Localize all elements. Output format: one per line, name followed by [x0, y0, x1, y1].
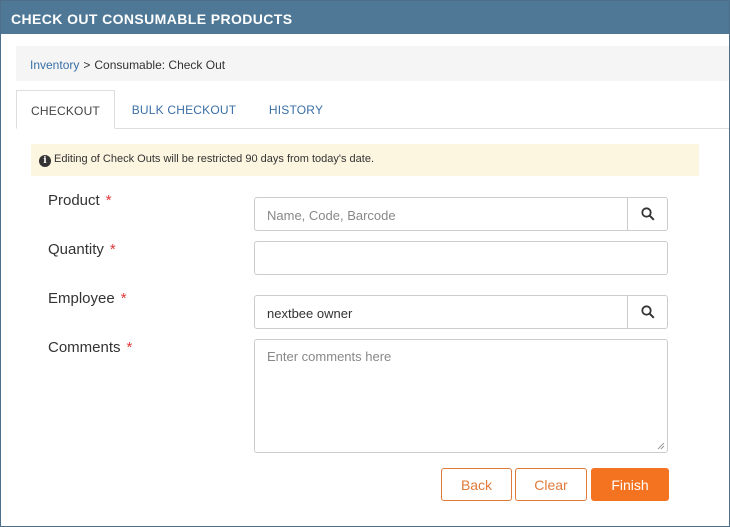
tab-history[interactable]: HISTORY [253, 90, 339, 129]
required-marker: * [109, 241, 116, 258]
employee-field[interactable]: nextbee owner [254, 295, 668, 329]
clear-button[interactable]: Clear [515, 468, 587, 501]
info-icon: i [39, 155, 51, 167]
required-marker: * [105, 192, 112, 209]
restriction-notice: i Editing of Check Outs will be restricte… [31, 144, 699, 176]
tab-checkout[interactable]: CHECKOUT [16, 90, 115, 129]
dialog-title: CHECK OUT CONSUMABLE PRODUCTS [1, 1, 729, 34]
comments-field[interactable]: Enter comments here [254, 339, 668, 453]
product-input[interactable]: Name, Code, Barcode [267, 208, 396, 223]
comments-textarea[interactable]: Enter comments here [267, 349, 391, 364]
search-icon [641, 305, 655, 319]
breadcrumb: Inventory > Consumable: Check Out [16, 46, 729, 81]
employee-label: Employee * [48, 290, 127, 307]
search-icon [641, 207, 655, 221]
employee-input[interactable]: nextbee owner [267, 306, 352, 321]
product-label: Product * [48, 192, 112, 209]
breadcrumb-separator: > [83, 58, 91, 72]
tab-bulk-checkout[interactable]: BULK CHECKOUT [121, 90, 247, 129]
quantity-label: Quantity * [48, 241, 116, 258]
product-search-button[interactable] [627, 198, 667, 230]
breadcrumb-link-inventory[interactable]: Inventory [30, 58, 79, 72]
resize-grip-icon[interactable] [657, 442, 665, 450]
checkout-dialog: CHECK OUT CONSUMABLE PRODUCTS Inventory >… [0, 0, 730, 527]
required-marker: * [120, 290, 127, 307]
comments-label: Comments * [48, 339, 133, 356]
notice-text: Editing of Check Outs will be restricted… [54, 153, 375, 165]
finish-button[interactable]: Finish [591, 468, 669, 501]
required-marker: * [126, 339, 133, 356]
breadcrumb-current: Consumable: Check Out [94, 58, 226, 72]
back-button[interactable]: Back [441, 468, 512, 501]
product-field[interactable]: Name, Code, Barcode [254, 197, 668, 231]
quantity-field[interactable] [254, 241, 668, 275]
employee-search-button[interactable] [627, 296, 667, 328]
